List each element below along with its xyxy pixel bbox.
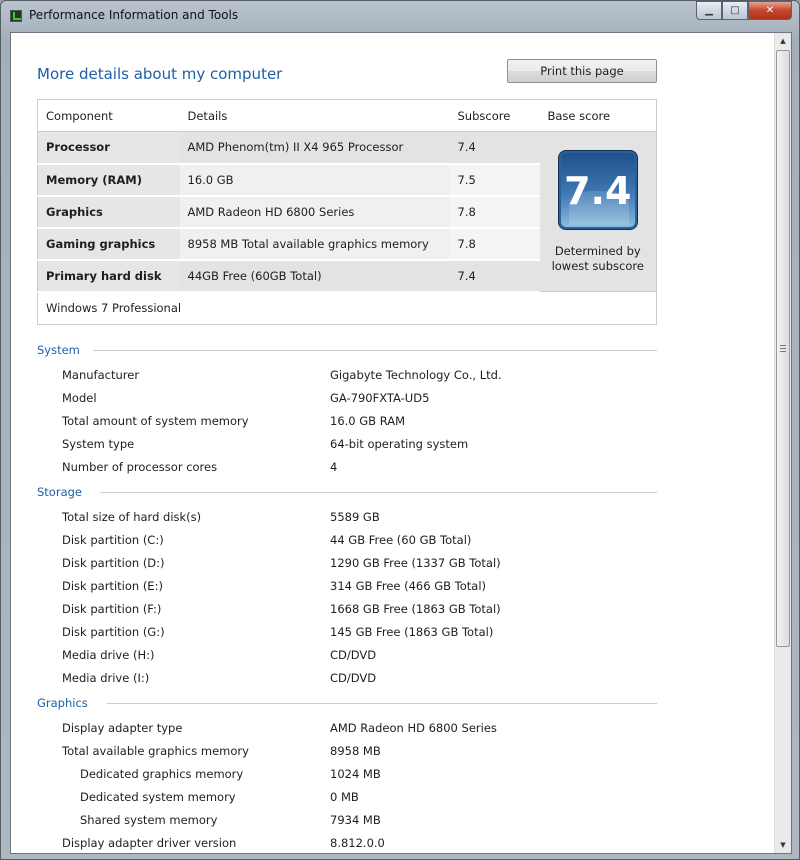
section-title: Storage <box>37 485 82 499</box>
info-label: Manufacturer <box>62 368 140 382</box>
info-label: Disk partition (G:) <box>62 625 165 639</box>
header-component: Component <box>37 99 180 132</box>
info-label: System type <box>62 437 135 451</box>
table-header: Component Details Subscore Base score <box>37 99 657 132</box>
header-base-score: Base score <box>539 99 657 132</box>
base-score-badge: 7.4 <box>557 150 638 230</box>
section-title: System <box>37 343 80 357</box>
header-details: Details <box>179 99 450 132</box>
info-value: 0 MB <box>330 790 359 804</box>
info-value: 5589 GB <box>330 510 380 524</box>
performance-app-icon <box>10 10 22 22</box>
component-details: 8958 MB Total available graphics memory <box>179 227 450 261</box>
base-score-caption: Determined by lowest subscore <box>551 244 644 273</box>
info-value: 16.0 GB RAM <box>330 414 406 428</box>
section-system: System <box>37 343 657 357</box>
info-label: Shared system memory <box>80 813 218 827</box>
subscore: 7.8 <box>449 227 540 261</box>
info-value: 1668 GB Free (1863 GB Total) <box>330 602 501 616</box>
component-name: Processor <box>37 131 180 165</box>
info-value: CD/DVD <box>330 648 377 662</box>
component-name: Memory (RAM) <box>37 163 180 197</box>
base-score-value: 7.4 <box>564 169 632 213</box>
info-label: Disk partition (E:) <box>62 579 163 593</box>
scrollbar-thumb[interactable] <box>776 50 790 647</box>
section-graphics: Graphics <box>37 696 657 710</box>
component-details: AMD Phenom(tm) II X4 965 Processor <box>179 131 450 165</box>
component-name: Gaming graphics <box>37 227 180 261</box>
info-value: GA-790FXTA-UD5 <box>330 391 430 405</box>
subscore: 7.4 <box>449 131 540 165</box>
info-label: Media drive (H:) <box>62 648 155 662</box>
minimize-button[interactable]: ▁ <box>696 1 722 20</box>
grip-icon <box>780 345 786 352</box>
info-value: 7934 MB <box>330 813 381 827</box>
header-subscore: Subscore <box>449 99 540 132</box>
section-divider <box>107 703 657 704</box>
info-value: 8958 MB <box>330 744 381 758</box>
close-button[interactable]: ✕ <box>748 1 792 20</box>
title-bar[interactable]: Performance Information and Tools ▁ □ ✕ <box>1 1 800 31</box>
subscore: 7.4 <box>449 259 540 293</box>
info-value: 64-bit operating system <box>330 437 469 451</box>
info-label: Dedicated graphics memory <box>80 767 244 781</box>
info-label: Number of processor cores <box>62 460 218 474</box>
info-value: 4 <box>330 460 338 474</box>
window-title: Performance Information and Tools <box>29 8 239 22</box>
vertical-scrollbar[interactable]: ▲ ▼ <box>774 33 791 853</box>
scroll-up-arrow-icon[interactable]: ▲ <box>775 33 791 49</box>
info-label: Disk partition (D:) <box>62 556 165 570</box>
component-details: 44GB Free (60GB Total) <box>179 259 450 293</box>
info-label: Media drive (I:) <box>62 671 150 685</box>
info-label: Model <box>62 391 97 405</box>
component-name: Graphics <box>37 195 180 229</box>
component-details: 16.0 GB <box>179 163 450 197</box>
info-label: Total size of hard disk(s) <box>62 510 202 524</box>
window-frame: Performance Information and Tools ▁ □ ✕ … <box>0 0 800 860</box>
info-value: 1290 GB Free (1337 GB Total) <box>330 556 501 570</box>
info-value: 44 GB Free (60 GB Total) <box>330 533 472 547</box>
info-label: Display adapter driver version <box>62 836 237 850</box>
info-value: Gigabyte Technology Co., Ltd. <box>330 368 502 382</box>
print-button[interactable]: Print this page <box>507 59 657 83</box>
info-value: 1024 MB <box>330 767 381 781</box>
component-details: AMD Radeon HD 6800 Series <box>179 195 450 229</box>
info-value: 145 GB Free (1863 GB Total) <box>330 625 494 639</box>
os-edition: Windows 7 Professional <box>37 291 657 325</box>
section-title: Graphics <box>37 696 88 710</box>
section-storage: Storage <box>37 485 657 499</box>
section-divider <box>92 350 657 351</box>
info-label: Total available graphics memory <box>62 744 249 758</box>
info-value: 314 GB Free (466 GB Total) <box>330 579 487 593</box>
score-table: Component Details Subscore Base score Pr… <box>37 99 657 325</box>
page-title: More details about my computer <box>37 65 283 83</box>
info-value: CD/DVD <box>330 671 377 685</box>
section-divider <box>100 492 657 493</box>
content-area: More details about my computer Print thi… <box>10 32 792 854</box>
info-label: Disk partition (F:) <box>62 602 162 616</box>
maximize-button[interactable]: □ <box>722 1 748 20</box>
score-row: Processor AMD Phenom(tm) II X4 965 Proce… <box>37 131 657 292</box>
info-value: 8.812.0.0 <box>330 836 385 850</box>
info-value: AMD Radeon HD 6800 Series <box>330 721 497 735</box>
info-label: Dedicated system memory <box>80 790 236 804</box>
info-label: Disk partition (C:) <box>62 533 164 547</box>
component-name: Primary hard disk <box>37 259 180 293</box>
scroll-down-arrow-icon[interactable]: ▼ <box>775 837 791 853</box>
info-label: Display adapter type <box>62 721 183 735</box>
info-label: Total amount of system memory <box>62 414 249 428</box>
subscore: 7.8 <box>449 195 540 229</box>
base-score-cell: 7.4 Determined by lowest subscore <box>539 131 657 292</box>
subscore: 7.5 <box>449 163 540 197</box>
